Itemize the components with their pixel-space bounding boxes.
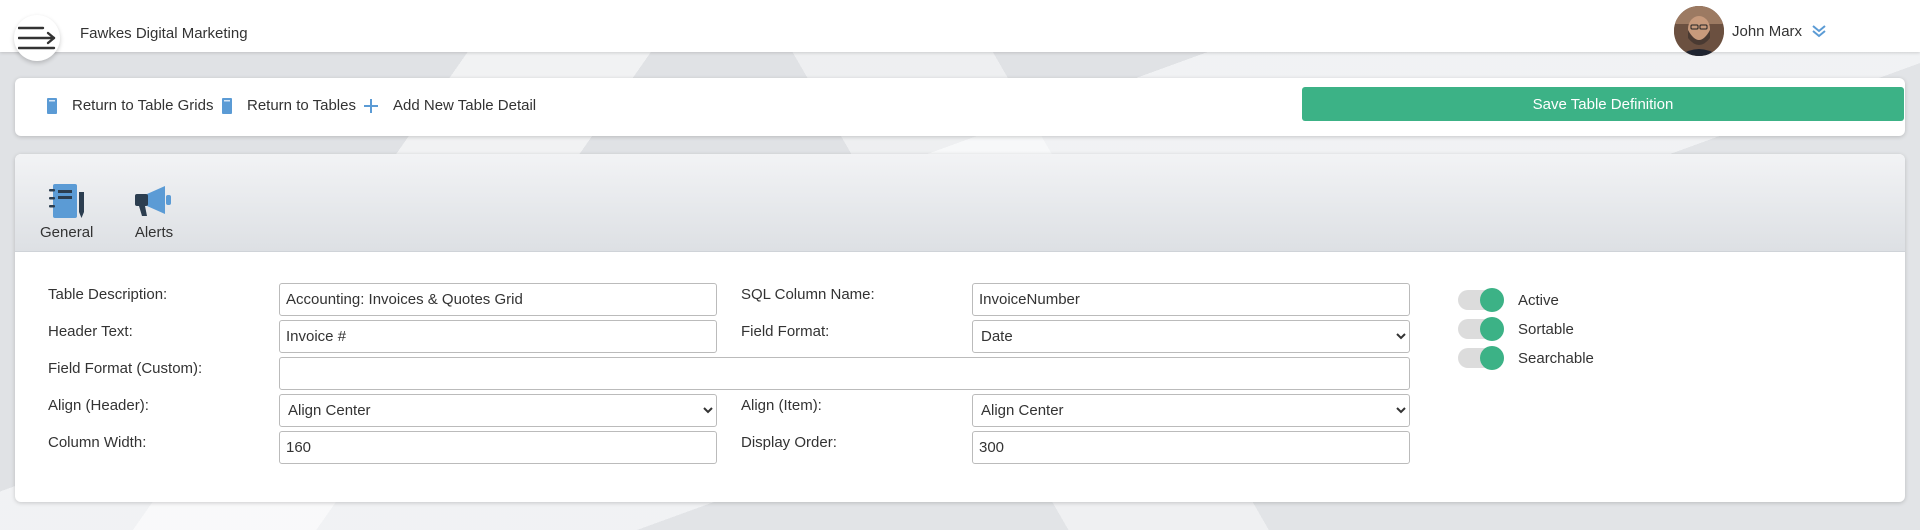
column-width-input[interactable] bbox=[279, 431, 717, 464]
header-text-input[interactable] bbox=[279, 320, 717, 353]
searchable-toggle-row: Searchable bbox=[1458, 346, 1594, 370]
active-label: Active bbox=[1518, 291, 1559, 309]
active-toggle[interactable] bbox=[1458, 288, 1504, 312]
align-header-label: Align (Header): bbox=[48, 397, 149, 414]
tab-bar: General Alerts bbox=[15, 154, 1905, 252]
return-to-table-grids-label: Return to Table Grids bbox=[72, 97, 214, 114]
align-item-label: Align (Item): bbox=[741, 397, 822, 414]
sortable-toggle[interactable] bbox=[1458, 317, 1504, 341]
megaphone-icon bbox=[135, 186, 171, 216]
book-icon bbox=[221, 97, 233, 114]
action-bar: Return to Table Grids Return to Tables A… bbox=[15, 78, 1905, 136]
sortable-toggle-row: Sortable bbox=[1458, 317, 1574, 341]
return-to-table-grids-link[interactable]: Return to Table Grids bbox=[46, 97, 213, 114]
field-format-label: Field Format: bbox=[741, 323, 830, 340]
return-to-tables-link[interactable]: Return to Tables bbox=[221, 97, 356, 114]
add-new-table-detail-link[interactable]: Add New Table Detail bbox=[363, 97, 536, 114]
user-menu[interactable]: John Marx bbox=[1674, 6, 1828, 56]
save-table-definition-button[interactable]: Save Table Definition bbox=[1302, 87, 1904, 121]
table-description-label: Table Description: bbox=[48, 286, 168, 303]
notebook-icon bbox=[48, 184, 84, 218]
table-description-input[interactable] bbox=[279, 283, 717, 316]
tab-general-label: General bbox=[40, 224, 94, 241]
sortable-label: Sortable bbox=[1518, 320, 1574, 338]
field-format-select[interactable]: Date bbox=[972, 320, 1410, 353]
user-name: John Marx bbox=[1732, 22, 1803, 40]
field-format-custom-label: Field Format (Custom): bbox=[48, 360, 203, 377]
book-icon bbox=[46, 97, 58, 114]
tab-general[interactable]: General bbox=[40, 182, 93, 241]
header-text-label: Header Text: bbox=[48, 323, 133, 340]
sql-column-name-input[interactable] bbox=[972, 283, 1410, 316]
top-bar: Fawkes Digital Marketing John Marx bbox=[0, 0, 1920, 61]
chevron-down-icon bbox=[1810, 22, 1828, 40]
add-new-table-detail-label: Add New Table Detail bbox=[393, 97, 537, 114]
sql-column-name-label: SQL Column Name: bbox=[741, 286, 875, 303]
display-order-input[interactable] bbox=[972, 431, 1410, 464]
column-width-label: Column Width: bbox=[48, 434, 147, 451]
app-title: Fawkes Digital Marketing bbox=[80, 25, 248, 42]
align-header-select[interactable]: Align Center bbox=[279, 394, 717, 427]
field-format-custom-input[interactable] bbox=[279, 357, 1410, 390]
searchable-label: Searchable bbox=[1518, 349, 1594, 367]
display-order-label: Display Order: bbox=[741, 434, 837, 451]
table-detail-card: General Alerts Table Description: Header… bbox=[15, 154, 1905, 502]
tab-alerts[interactable]: Alerts bbox=[133, 182, 175, 241]
searchable-toggle[interactable] bbox=[1458, 346, 1504, 370]
plus-icon bbox=[363, 98, 379, 114]
active-toggle-row: Active bbox=[1458, 288, 1559, 312]
return-to-tables-label: Return to Tables bbox=[247, 97, 356, 114]
tab-alerts-label: Alerts bbox=[134, 224, 174, 241]
hamburger-menu-icon bbox=[18, 26, 56, 50]
avatar bbox=[1674, 6, 1724, 56]
align-item-select[interactable]: Align Center bbox=[972, 394, 1410, 427]
menu-toggle-button[interactable] bbox=[14, 15, 60, 61]
